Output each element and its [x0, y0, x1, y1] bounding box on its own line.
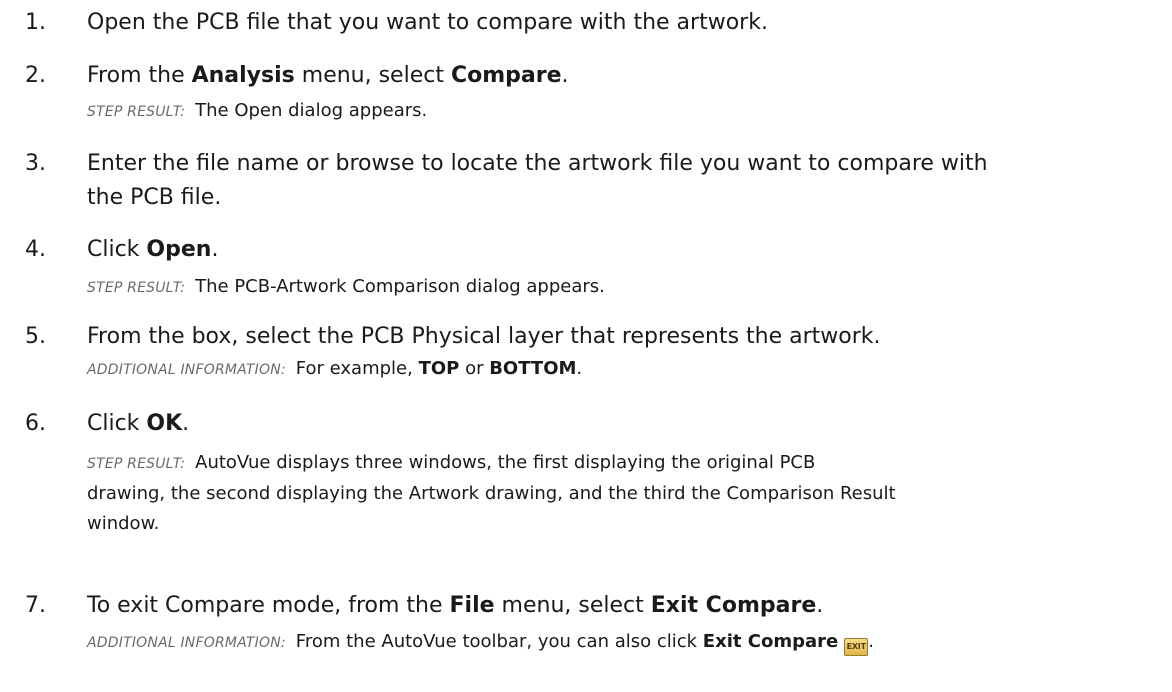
menu-name-analysis: Analysis [191, 63, 295, 88]
step-result-text: The Open dialog appears. [195, 100, 428, 121]
step-result-label: STEP RESULT: [87, 456, 186, 472]
step-text: Click OK. [87, 411, 190, 436]
step-result: STEP RESULT: The PCB-Artwork Comparison d… [87, 272, 1164, 303]
additional-info-text: For example, TOP or BOTTOM. [295, 358, 583, 379]
step-number: 3. [25, 151, 46, 176]
step-text: Enter the file name or browse to locate … [87, 151, 988, 210]
additional-info-label: ADDITIONAL INFORMATION: [87, 362, 286, 378]
step-number: 6. [25, 411, 46, 436]
menu-name-file: File [449, 593, 495, 618]
step-number: 1. [25, 10, 46, 35]
step-number: 7. [25, 593, 46, 618]
step-text: Open the PCB file that you want to compa… [87, 10, 768, 35]
menu-item-exit-compare: Exit Compare [650, 593, 817, 618]
menu-item-compare: Compare [450, 63, 562, 88]
button-name-open: Open [146, 237, 212, 262]
procedure-steps: 1. Open the PCB file that you want to co… [0, 0, 1172, 692]
step-number: 4. [25, 237, 46, 262]
step-result: STEP RESULT: AutoVue displays three windo… [87, 452, 896, 534]
step-number: 2. [25, 63, 46, 88]
step-result-label: STEP RESULT: [87, 104, 186, 120]
step-text: From the Analysis menu, select Compare. [87, 63, 569, 88]
additional-information: ADDITIONAL INFORMATION: From the AutoVue … [87, 627, 1164, 658]
additional-info-text: From the AutoVue toolbar, you can also c… [296, 631, 874, 656]
step-result: STEP RESULT: The Open dialog appears. [87, 96, 1164, 127]
step-text: To exit Compare mode, from the File menu… [87, 593, 824, 618]
step-result-label: STEP RESULT: [87, 280, 186, 296]
step-number: 5. [25, 324, 46, 349]
step-text: Click Open. [87, 237, 219, 262]
step-text: From the box, select the PCB Physical la… [87, 324, 881, 349]
exit-compare-icon: EXIT [844, 638, 869, 656]
button-name-ok: OK [146, 411, 183, 436]
step-result-text: The PCB-Artwork Comparison dialog appear… [195, 276, 605, 297]
additional-info-label: ADDITIONAL INFORMATION: [87, 635, 286, 651]
additional-information: ADDITIONAL INFORMATION: For example, TOP … [87, 354, 1164, 385]
